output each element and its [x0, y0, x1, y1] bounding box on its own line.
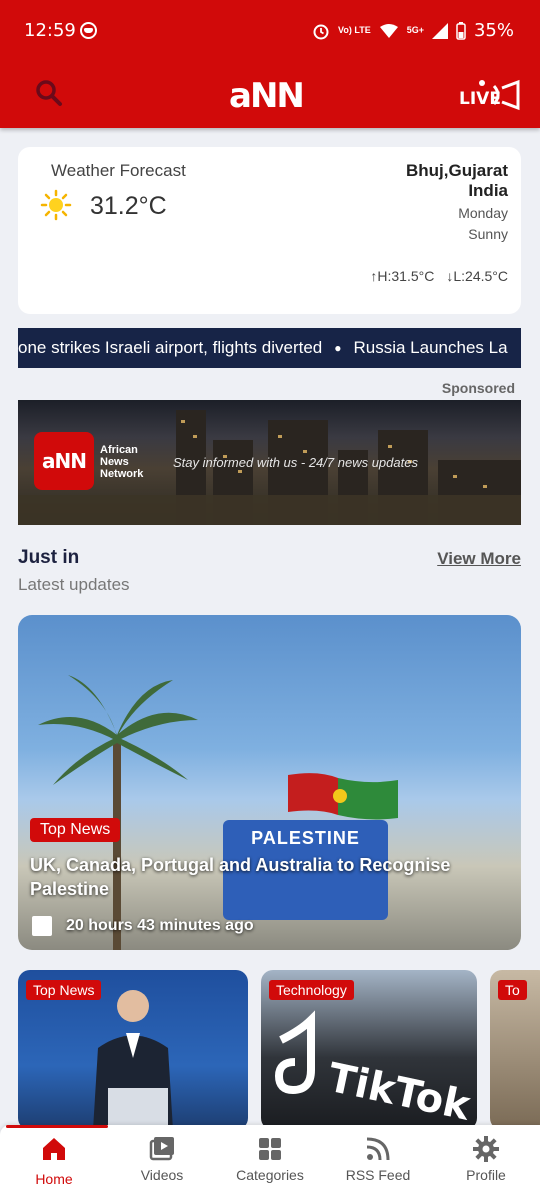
nav-home[interactable]: Home — [0, 1125, 108, 1200]
nav-label: Profile — [466, 1167, 506, 1183]
speaker-image — [93, 990, 173, 1130]
app-logo[interactable]: aNN — [229, 76, 305, 116]
ticker-item[interactable]: Russia Launches La — [354, 328, 508, 368]
temperature: 31.2°C — [90, 192, 167, 220]
live-button[interactable]: LIVE — [458, 78, 520, 112]
story-headline[interactable]: UK, Canada, Portugal and Australia to Re… — [30, 853, 490, 901]
story-card[interactable]: TikTok Technology — [261, 970, 477, 1130]
alarm-icon — [313, 24, 329, 39]
sponsored-label: Sponsored — [441, 380, 515, 396]
brand-line: Network — [100, 468, 144, 480]
video-icon — [149, 1137, 174, 1161]
weather-title: Weather Forecast — [51, 161, 186, 180]
five-g-label: 5G+ — [406, 25, 424, 35]
battery-icon — [456, 21, 466, 40]
header: aNN LIVE — [0, 62, 540, 128]
weather-condition: Sunny — [468, 226, 508, 242]
weather-day: Monday — [458, 205, 508, 221]
view-more-link[interactable]: View More — [437, 549, 521, 569]
nav-categories[interactable]: Categories — [216, 1125, 324, 1200]
nav-label: RSS Feed — [345, 1167, 411, 1183]
weather-card[interactable]: Weather Forecast 31.2°C Bhuj,Gujarat Ind… — [18, 147, 521, 314]
sun-icon — [40, 189, 72, 221]
network-type: Vo) LTE — [338, 25, 371, 35]
nav-profile[interactable]: Profile — [432, 1125, 540, 1200]
ticker-item[interactable]: one strikes Israeli airport, flights div… — [18, 328, 322, 368]
high-temp: ↑H:31.5°C — [370, 268, 434, 284]
weather-country: India — [468, 181, 508, 200]
live-icon: LIVE — [459, 79, 520, 111]
battery-percent: 35% — [473, 20, 514, 41]
weather-city: Bhuj,Gujarat — [405, 161, 508, 180]
palm-tree-image — [38, 675, 198, 950]
tiktok-logo-image: TikTok — [274, 1010, 471, 1130]
brand-line: News — [100, 456, 129, 468]
low-temp-value: L:24.5°C — [453, 268, 508, 284]
rss-icon — [366, 1137, 390, 1161]
search-icon — [36, 80, 62, 106]
story-card[interactable]: To — [490, 970, 540, 1130]
section-subtitle: Latest updates — [18, 575, 130, 594]
signal-icon — [431, 22, 448, 39]
story-carousel[interactable]: Top News TikTok Technology To — [18, 970, 540, 1130]
sign-text: PALESTINE — [251, 828, 360, 848]
home-icon — [43, 1138, 65, 1160]
story-time: 20 hours 43 minutes ago — [66, 917, 254, 934]
story-card[interactable]: Top News — [18, 970, 248, 1130]
category-badge: Top News — [30, 818, 121, 842]
bottom-navigation: Home Videos Categories RSS Feed Profile — [0, 1125, 540, 1200]
category-badge: Technology — [269, 980, 354, 1000]
wifi-icon — [379, 23, 398, 38]
ann-logo: aNN — [34, 432, 94, 490]
section-title: Just in — [18, 547, 80, 568]
gear-icon — [473, 1136, 499, 1162]
nav-label: Categories — [236, 1167, 304, 1183]
app-bar: 12:59 Vo) LTE 5G+ 35% aNN LIVE — [0, 0, 540, 128]
high-temp-value: H:31.5°C — [377, 268, 435, 284]
category-badge: Top News — [26, 980, 102, 1000]
nav-label: Videos — [140, 1167, 184, 1183]
category-badge: To — [498, 980, 527, 1000]
news-ticker[interactable]: one strikes Israeli airport, flights div… — [18, 328, 521, 368]
nav-label: Home — [35, 1171, 73, 1187]
low-temp: ↓L:24.5°C — [446, 268, 508, 284]
brand-line: African — [100, 444, 138, 456]
search-button[interactable] — [34, 78, 68, 112]
tiktok-text: TikTok — [324, 1055, 471, 1130]
status-time: 12:59 — [24, 20, 76, 41]
notification-icon — [80, 22, 97, 39]
high-low-row: ↑H:31.5°C ↓L:24.5°C — [370, 268, 508, 284]
bullet-icon: ● — [334, 341, 342, 355]
flag-image — [288, 773, 398, 820]
nav-videos[interactable]: Videos — [108, 1125, 216, 1200]
clock-icon — [32, 916, 52, 936]
status-bar: 12:59 Vo) LTE 5G+ 35% — [0, 0, 540, 62]
grid-icon — [259, 1138, 281, 1160]
ticker-track: one strikes Israeli airport, flights div… — [18, 328, 508, 368]
brand-name: African News Network — [100, 444, 143, 480]
story-meta: 20 hours 43 minutes ago — [32, 916, 254, 936]
live-label: LIVE — [459, 89, 501, 109]
featured-story-card[interactable]: PALESTINE Top News UK, Canada, Portugal … — [18, 615, 521, 950]
sponsored-banner[interactable]: aNN African News Network Stay informed w… — [18, 400, 521, 525]
banner-tagline: Stay informed with us - 24/7 news update… — [173, 455, 418, 470]
status-icons: Vo) LTE 5G+ 35% — [312, 20, 514, 41]
nav-rss-feed[interactable]: RSS Feed — [324, 1125, 432, 1200]
